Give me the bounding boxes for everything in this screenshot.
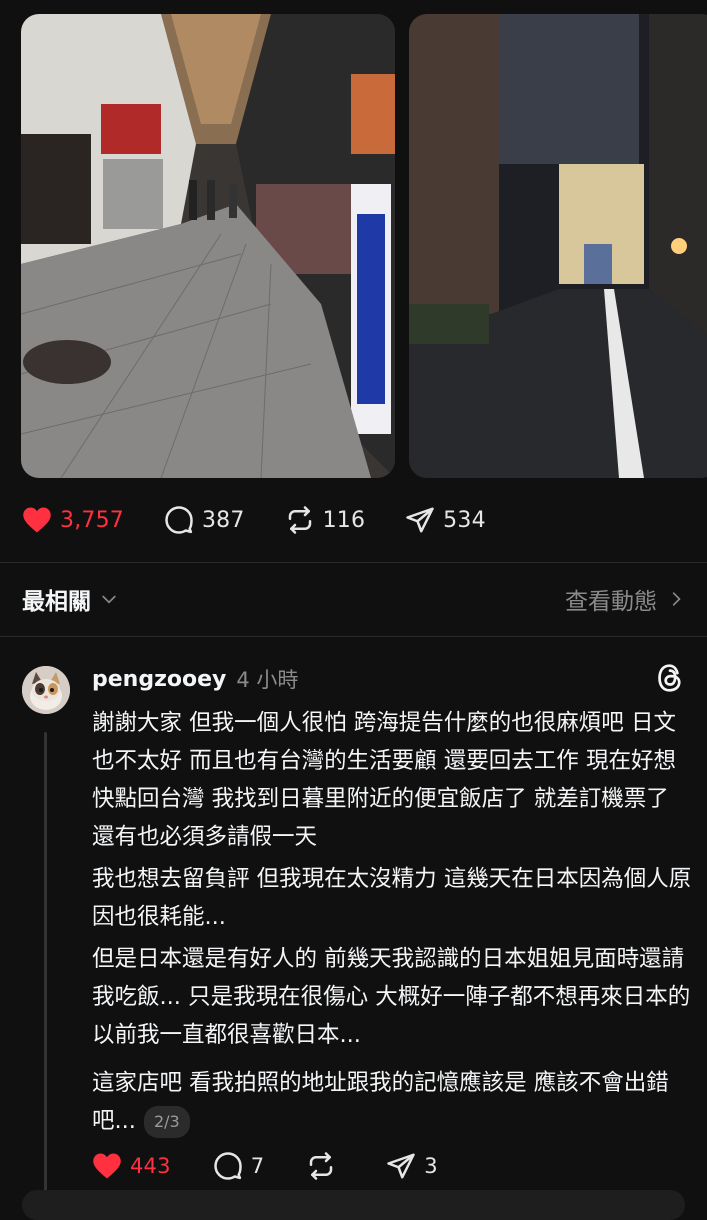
share-button[interactable]: 534	[405, 505, 486, 535]
repost-icon	[288, 506, 311, 534]
reply-share-button[interactable]: 3	[386, 1151, 438, 1181]
reply-reply-count: 7	[250, 1154, 265, 1178]
like-count: 3,757	[60, 507, 124, 533]
repost-button[interactable]: 116	[285, 505, 366, 535]
comment-icon	[165, 506, 193, 534]
reply-share-count: 3	[424, 1154, 438, 1178]
comment-icon	[213, 1152, 242, 1180]
reply-paragraph: 但是日本還是有好人的 前幾天我認識的日本姐姐見面時還請我吃飯... 只是我現在很…	[92, 946, 691, 1048]
threads-logo-icon	[655, 662, 685, 698]
reply-action-bar: 443 7 3	[92, 1148, 480, 1184]
share-icon	[406, 507, 434, 533]
reply-paragraph: 我也想去留負評 但我現在太沒精力 這幾天在日本因為個人原因也很耗能...	[92, 866, 692, 930]
view-activity-label: 查看動態	[565, 589, 657, 615]
username[interactable]: pengzooey	[92, 667, 226, 692]
replies-sort-bar: 最相關 查看動態	[22, 576, 685, 622]
post-photo-shopping-arcade[interactable]	[21, 14, 395, 478]
chevron-right-icon	[672, 592, 681, 606]
sort-label: 最相關	[22, 589, 91, 615]
post-photo-night-street[interactable]	[409, 14, 707, 478]
share-icon	[387, 1153, 415, 1179]
thread-line	[44, 732, 47, 1202]
divider	[0, 562, 707, 563]
view-activity-link[interactable]: 查看動態	[565, 582, 685, 616]
avatar[interactable]	[22, 666, 70, 714]
reply-like-button[interactable]: 443	[92, 1152, 171, 1180]
page-indicator-badge: 2/3	[143, 1105, 190, 1138]
timestamp: 4 小時	[236, 668, 299, 692]
repost-icon	[310, 1152, 333, 1180]
reply-paragraph: 謝謝大家 但我一個人很怕 跨海提告什麼的也很麻煩吧 日文也不太好 而且也有台灣的…	[92, 710, 676, 850]
reply-button[interactable]: 387	[164, 505, 245, 535]
post-photo-carousel[interactable]	[0, 0, 707, 480]
heart-icon	[93, 1153, 121, 1179]
divider	[0, 636, 707, 637]
reply-paragraph-last: 這家店吧 看我拍照的地址跟我的記憶應該是 應該不會出錯吧... 2/3	[92, 1064, 692, 1140]
reply-count: 387	[201, 507, 245, 533]
post-action-bar: 3,757 387 116 534	[22, 498, 526, 542]
repost-count: 116	[322, 507, 366, 533]
share-count: 534	[443, 507, 486, 533]
reply-text: 謝謝大家 但我一個人很怕 跨海提告什麼的也很麻煩吧 日文也不太好 而且也有台灣的…	[92, 704, 692, 1144]
chevron-down-icon	[102, 595, 116, 604]
reply-like-count: 443	[130, 1154, 171, 1178]
like-button[interactable]: 3,757	[22, 506, 124, 534]
sort-dropdown[interactable]: 最相關	[22, 582, 119, 616]
next-reply-edge	[22, 1190, 685, 1220]
reply-repost-button[interactable]	[306, 1151, 344, 1181]
reply-header: pengzooey 4 小時	[92, 664, 298, 694]
heart-icon	[23, 507, 51, 533]
reply-reply-button[interactable]: 7	[213, 1151, 265, 1181]
